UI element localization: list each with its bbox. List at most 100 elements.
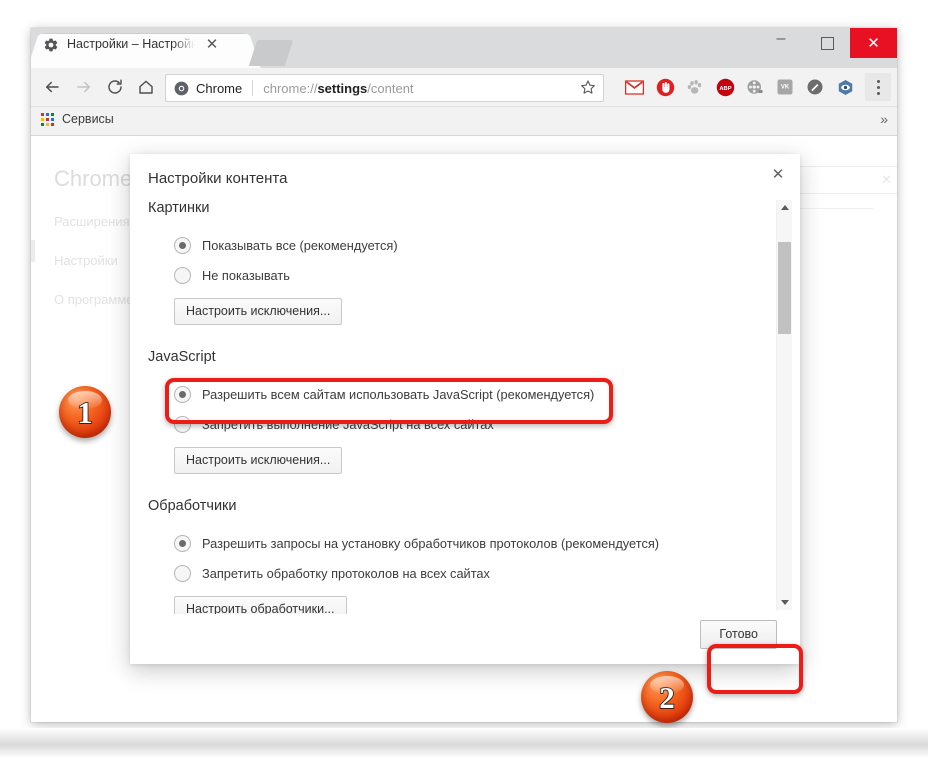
svg-text:ABP: ABP: [719, 86, 731, 92]
scroll-up-icon[interactable]: [777, 200, 792, 215]
javascript-block-row[interactable]: Запретить выполнение JavaScript на всех …: [174, 409, 778, 439]
star-icon: [581, 80, 595, 94]
gmail-envelope-icon: [624, 79, 644, 95]
content-settings-dialog: Настройки контента ✕ Картинки Показывать…: [130, 154, 800, 664]
maximize-button[interactable]: [804, 28, 850, 58]
sidebar-selection-rail: [31, 240, 35, 262]
reload-icon: [108, 79, 122, 94]
settings-sidebar: Расширения Настройки О программе: [54, 214, 134, 331]
paw-icon[interactable]: [685, 77, 705, 97]
brush-icon[interactable]: [805, 77, 825, 97]
dialog-body: Картинки Показывать все (рекомендуется) …: [130, 198, 800, 614]
window-controls: – ✕: [758, 28, 897, 58]
images-exceptions-button[interactable]: Настроить исключения...: [174, 298, 343, 325]
film-reel-icon[interactable]: [745, 77, 765, 97]
back-button[interactable]: [39, 74, 65, 100]
chrome-brand-label: Chrome: [54, 166, 133, 191]
eye-hex-icon: [838, 79, 852, 95]
handlers-block-radio[interactable]: [174, 564, 191, 582]
annotation-badge-2-number: 2: [658, 679, 675, 715]
home-icon: [139, 80, 153, 94]
page-bottom-shade: [0, 728, 928, 758]
javascript-allow-row[interactable]: Разрешить всем сайтам использовать JavaS…: [174, 379, 778, 409]
images-show-all-row[interactable]: Показывать все (рекомендуется): [174, 230, 778, 260]
adblock-hand-icon[interactable]: [655, 77, 675, 97]
screenshot-root: Настройки – Настройки ✕ – ✕ Chrome chrom…: [0, 0, 928, 758]
close-icon: ✕: [867, 34, 880, 52]
gear-icon: [43, 37, 59, 53]
bookmark-apps-shortcut[interactable]: Сервисы: [41, 112, 114, 126]
tab-strip: Настройки – Настройки ✕ – ✕: [31, 28, 897, 68]
vk-icon[interactable]: VK: [775, 77, 795, 97]
scrollbar-thumb[interactable]: [778, 242, 791, 334]
reload-button[interactable]: [102, 74, 128, 100]
sidebar-item-settings[interactable]: Настройки: [54, 253, 134, 268]
javascript-block-label: Запретить выполнение JavaScript на всех …: [202, 416, 494, 432]
film-reel-glyph: [747, 80, 763, 94]
annotation-badge-1-number: 1: [76, 394, 93, 430]
site-identity-chip: Chrome: [166, 81, 242, 96]
section-handlers: Обработчики Разрешить запросы на установ…: [148, 498, 778, 614]
brush-circle-icon: [807, 79, 823, 95]
abp-icon[interactable]: ABP: [715, 77, 735, 97]
handlers-block-row[interactable]: Запретить обработку протоколов на всех с…: [174, 558, 778, 588]
tab-close-icon[interactable]: ✕: [203, 36, 221, 54]
annotation-badge-1: 1: [59, 386, 111, 438]
bookmark-star-icon[interactable]: [576, 75, 600, 99]
dialog-footer: Готово: [130, 614, 800, 664]
menu-dot: [876, 79, 880, 83]
tab-title: Настройки – Настройки: [67, 37, 197, 51]
arrow-right-icon: [77, 81, 90, 93]
chrome-menu-button[interactable]: [865, 73, 891, 101]
bookmark-apps-label: Сервисы: [62, 112, 114, 126]
handlers-allow-radio[interactable]: [174, 534, 191, 552]
javascript-block-radio[interactable]: [174, 415, 191, 433]
stop-hand-icon: [656, 78, 674, 96]
sidebar-item-about[interactable]: О программе: [54, 292, 134, 307]
section-title-javascript: JavaScript: [148, 349, 216, 365]
clear-search-icon[interactable]: ✕: [881, 172, 892, 188]
images-show-all-label: Показывать все (рекомендуется): [202, 237, 398, 253]
sidebar-item-extensions[interactable]: Расширения: [54, 214, 134, 229]
new-tab-button[interactable]: [248, 40, 294, 66]
images-show-all-radio[interactable]: [174, 236, 191, 254]
annotation-badge-2: 2: [641, 671, 693, 723]
bookmarks-bar: Сервисы »: [31, 107, 897, 136]
eye-icon[interactable]: [835, 77, 855, 97]
omnibox-separator: [252, 80, 254, 96]
vk-badge-icon: VK: [777, 79, 793, 95]
handlers-allow-row[interactable]: Разрешить запросы на установку обработчи…: [174, 528, 778, 558]
section-images: Картинки Показывать все (рекомендуется) …: [148, 200, 778, 345]
menu-dot: [876, 85, 880, 89]
maximize-icon: [820, 36, 834, 50]
images-hide-row[interactable]: Не показывать: [174, 260, 778, 290]
minimize-button[interactable]: –: [758, 28, 804, 58]
javascript-allow-label: Разрешить всем сайтам использовать JavaS…: [202, 386, 595, 402]
done-button[interactable]: Готово: [700, 620, 777, 649]
images-hide-radio[interactable]: [174, 266, 191, 284]
dialog-scrollbar[interactable]: [776, 200, 792, 610]
home-button[interactable]: [133, 74, 159, 100]
menu-dot: [876, 91, 880, 95]
arrow-left-icon: [46, 81, 59, 93]
forward-button[interactable]: [71, 74, 97, 100]
dialog-scroll-pane: Картинки Показывать все (рекомендуется) …: [148, 198, 778, 614]
abp-badge-icon: ABP: [716, 78, 734, 96]
section-javascript: JavaScript Разрешить всем сайтам использ…: [148, 349, 778, 494]
minimize-icon: –: [776, 30, 786, 47]
address-bar[interactable]: Chrome chrome://settings/content: [165, 74, 604, 102]
dialog-close-icon[interactable]: ✕: [768, 165, 788, 185]
svg-text:VK: VK: [781, 85, 790, 91]
omnibox-url: chrome://settings/content: [263, 80, 414, 96]
gmail-icon[interactable]: [624, 77, 644, 97]
section-title-images: Картинки: [148, 200, 210, 216]
javascript-exceptions-button[interactable]: Настроить исключения...: [174, 447, 343, 474]
scroll-down-icon[interactable]: [777, 595, 792, 610]
handlers-configure-button[interactable]: Настроить обработчики...: [174, 596, 347, 614]
bookmarks-overflow-icon[interactable]: »: [880, 111, 888, 127]
paw-print-icon: [687, 79, 702, 94]
dialog-title: Настройки контента: [148, 170, 288, 187]
close-window-button[interactable]: ✕: [850, 28, 897, 58]
javascript-allow-radio[interactable]: [174, 385, 191, 403]
page-viewport: Chrome Расширения Настройки О программе …: [31, 136, 897, 722]
